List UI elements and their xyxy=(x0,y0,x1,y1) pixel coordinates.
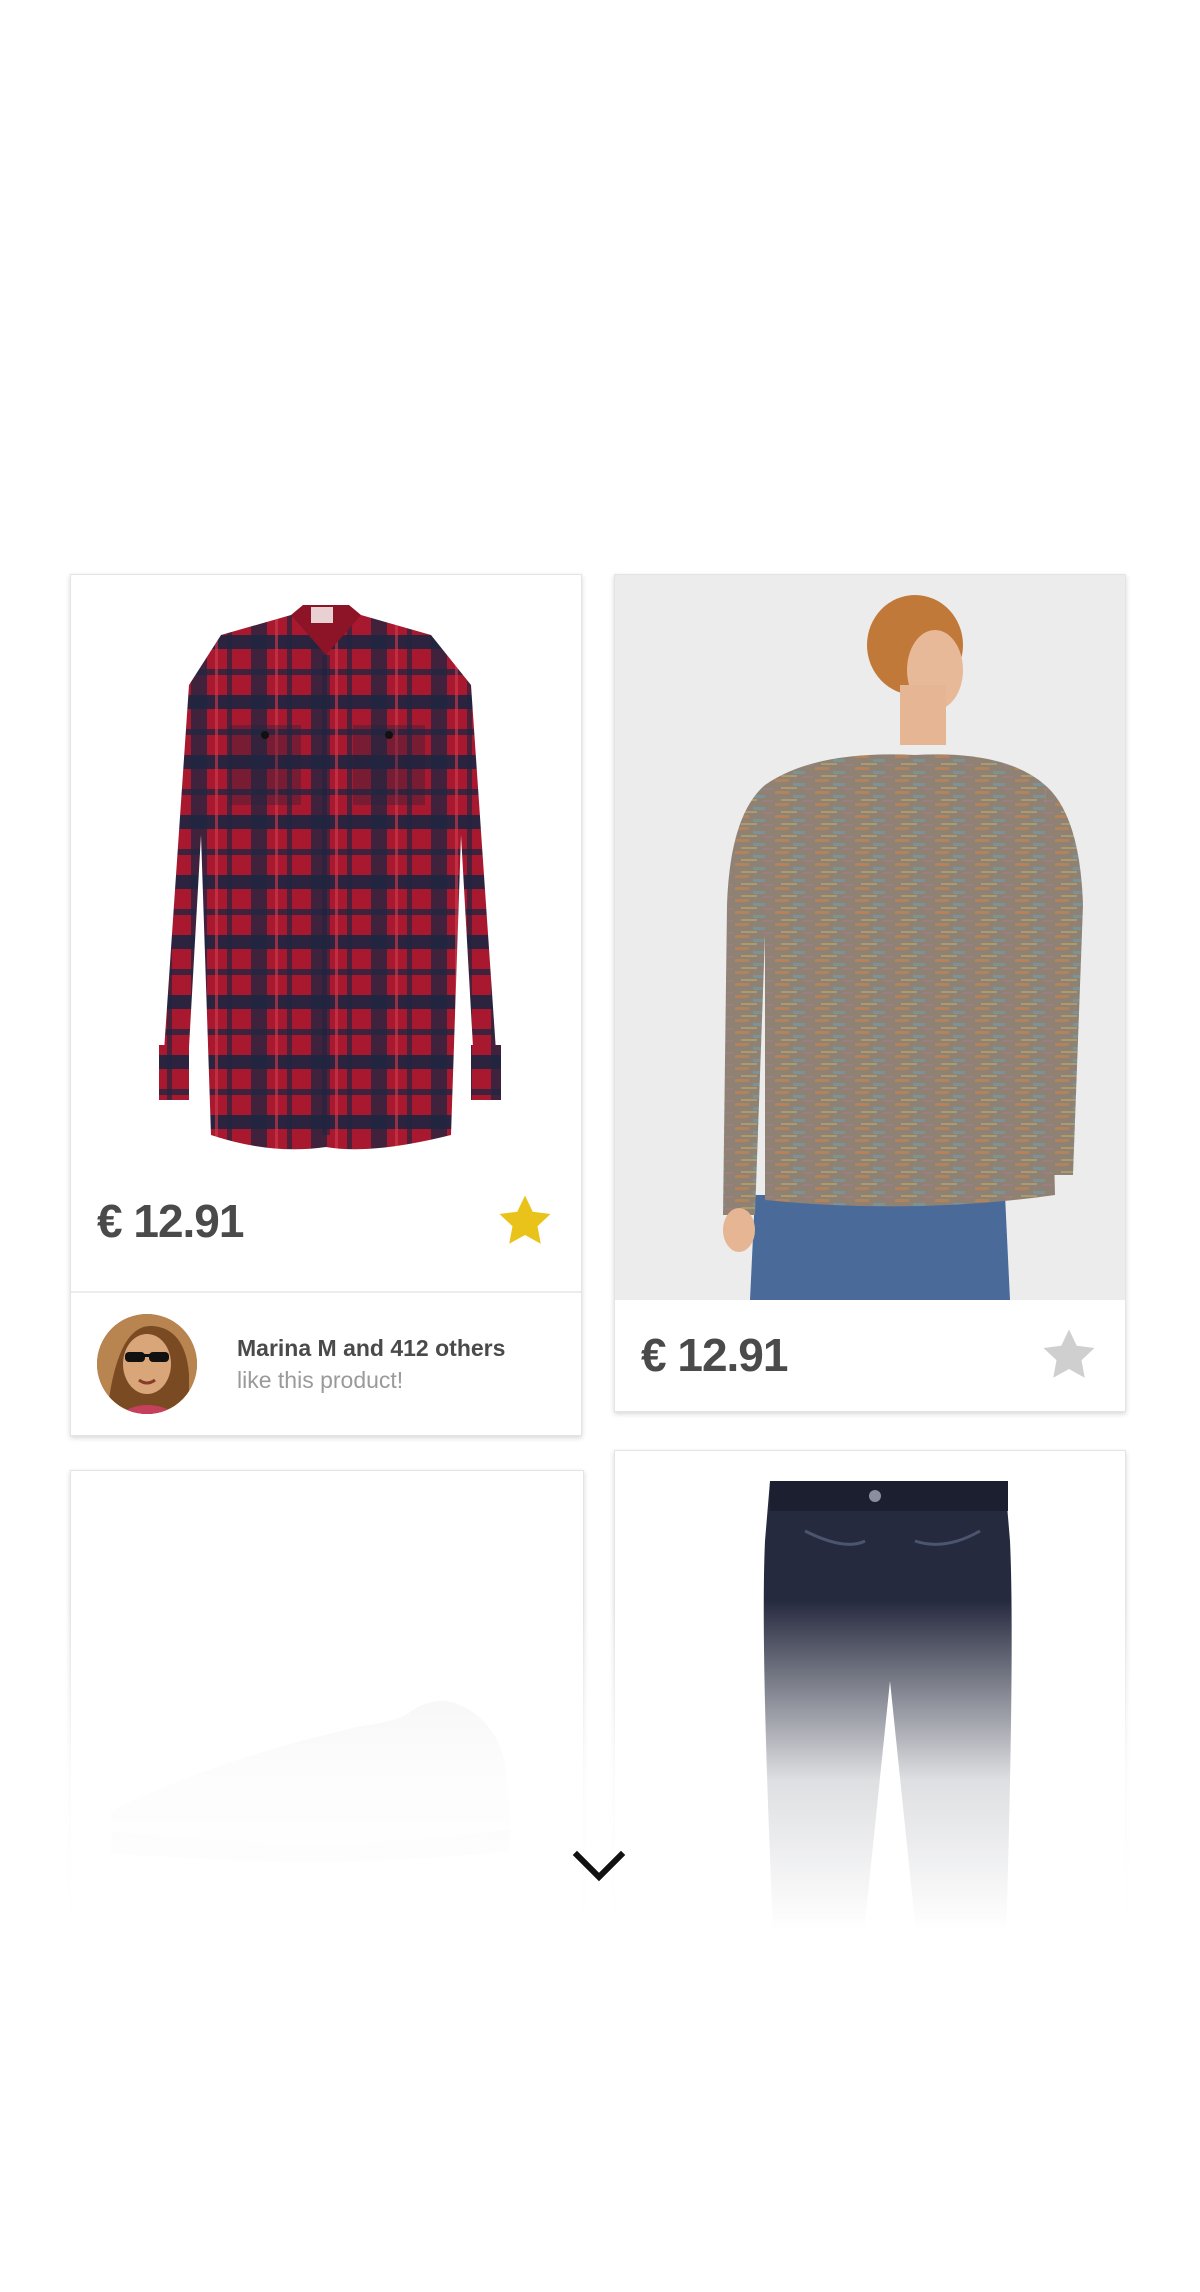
price-row: € 12.91 xyxy=(71,1171,581,1271)
product-image-sneaker[interactable] xyxy=(71,1471,583,2031)
social-line-2: like this product! xyxy=(237,1367,404,1393)
product-card-jeans[interactable] xyxy=(614,1450,1126,2032)
social-proof: Marina M and 412 others like this produc… xyxy=(71,1293,581,1435)
star-icon[interactable] xyxy=(495,1191,555,1251)
product-image-jeans[interactable] xyxy=(615,1451,1125,2031)
price: € 12.91 xyxy=(641,1329,788,1381)
product-feed: € 12.91 Marina M and 412 others like thi… xyxy=(0,0,1200,2292)
star-icon[interactable] xyxy=(1039,1325,1099,1385)
price: € 12.91 xyxy=(97,1195,244,1247)
product-image-sweater[interactable] xyxy=(615,575,1125,1300)
price-row: € 12.91 xyxy=(615,1300,1125,1410)
social-line-1: Marina M and 412 others xyxy=(237,1335,506,1361)
avatar[interactable] xyxy=(97,1314,197,1414)
product-image-shirt[interactable] xyxy=(71,575,581,1195)
product-card-shirt[interactable]: € 12.91 Marina M and 412 others like thi… xyxy=(70,574,582,1436)
product-card-sweater[interactable]: € 12.91 xyxy=(614,574,1126,1412)
product-card-sneaker[interactable] xyxy=(70,1470,584,2032)
chevron-down-icon[interactable] xyxy=(569,1845,629,1885)
social-text: Marina M and 412 others like this produc… xyxy=(237,1332,505,1396)
